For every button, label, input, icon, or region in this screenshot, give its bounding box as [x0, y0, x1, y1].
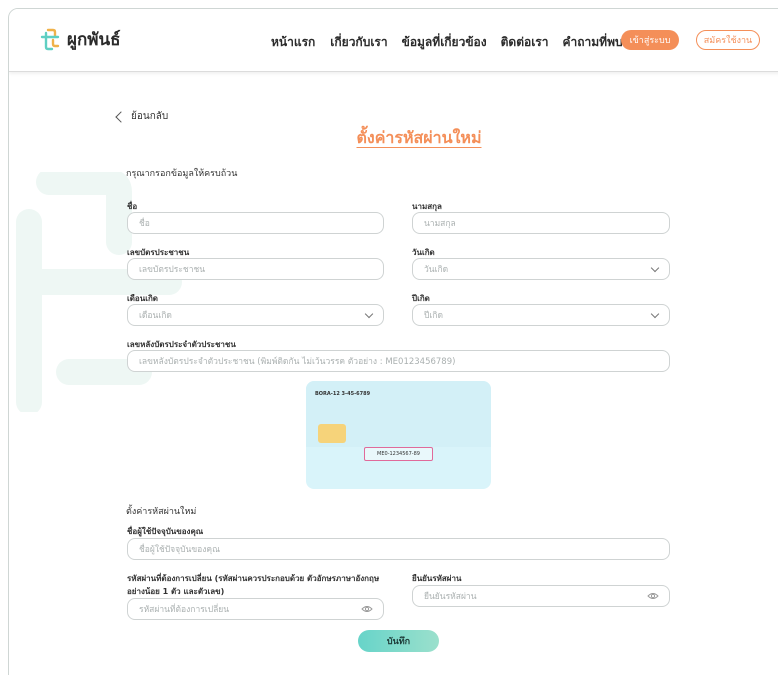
username-placeholder: ชื่อผู้ใช้ปัจจุบันของคุณ: [139, 545, 220, 555]
id-card-laser-code: ME0-1234567-89: [364, 447, 433, 461]
last-name-placeholder: นามสกุล: [424, 219, 456, 229]
eye-icon[interactable]: [361, 604, 373, 614]
new-password-label-line2: อย่างน้อย 1 ตัว และตัวเลข): [127, 587, 225, 596]
chevron-left-icon: [115, 111, 127, 123]
section-note: กรุณากรอกข้อมูลให้ครบถ้วน: [126, 169, 238, 179]
confirm-password-placeholder: ยืนยันรหัสผ่าน: [424, 592, 477, 602]
confirm-password-label: ยืนยันรหัสผ่าน: [412, 574, 462, 583]
birth-day-placeholder: วันเกิด: [424, 265, 449, 275]
laser-code-placeholder: เลขหลังบัตรประจำตัวประชาชน (พิมพ์ติดกัน …: [139, 357, 456, 367]
id-card-chip: [318, 424, 346, 443]
login-button[interactable]: เข้าสู่ระบบ: [621, 30, 679, 50]
id-card-illustration: BORA-12 3-45-6789 ME0-1234567-89: [306, 381, 491, 489]
id-number-input[interactable]: เลขบัตรประชาชน: [127, 258, 384, 280]
reset-section-title: ตั้งค่ารหัสผ่านใหม่: [126, 507, 197, 517]
chevron-down-icon: [650, 309, 660, 319]
new-password-label: รหัสผ่านที่ต้องการเปลี่ยน (รหัสผ่านควรปร…: [127, 574, 380, 583]
register-button[interactable]: สมัครใช้งาน: [696, 30, 760, 50]
logo[interactable]: ผูกพันธ์: [39, 26, 120, 53]
birth-day-select[interactable]: วันเกิด: [412, 258, 670, 280]
nav-related-info[interactable]: ข้อมูลที่เกี่ยวข้อง: [402, 33, 487, 52]
chevron-down-icon: [364, 309, 374, 319]
page-frame: ผูกพันธ์ หน้าแรก เกี่ยวกับเรา ข้อมูลที่เ…: [8, 8, 778, 675]
laser-code-input[interactable]: เลขหลังบัตรประจำตัวประชาชน (พิมพ์ติดกัน …: [127, 350, 670, 372]
save-button[interactable]: บันทึก: [358, 630, 439, 652]
first-name-placeholder: ชื่อ: [139, 219, 150, 229]
back-link[interactable]: ย้อนกลับ: [115, 109, 169, 124]
username-label: ชื่อผู้ใช้ปัจจุบันของคุณ: [127, 527, 204, 536]
birth-month-select[interactable]: เดือนเกิด: [127, 304, 384, 326]
first-name-input[interactable]: ชื่อ: [127, 212, 384, 234]
username-input[interactable]: ชื่อผู้ใช้ปัจจุบันของคุณ: [127, 538, 670, 560]
back-label: ย้อนกลับ: [131, 111, 169, 122]
nav-about[interactable]: เกี่ยวกับเรา: [330, 33, 387, 52]
background-cross-decoration: [16, 172, 182, 412]
birth-month-placeholder: เดือนเกิด: [139, 311, 172, 321]
nav-contact[interactable]: ติดต่อเรา: [501, 33, 549, 52]
birth-year-placeholder: ปีเกิด: [424, 311, 443, 321]
new-password-input[interactable]: รหัสผ่านที่ต้องการเปลี่ยน: [127, 598, 384, 620]
birth-year-select[interactable]: ปีเกิด: [412, 304, 670, 326]
nav-home[interactable]: หน้าแรก: [271, 33, 315, 52]
page-title: ตั้งค่ารหัสผ่านใหม่: [356, 128, 482, 147]
chevron-down-icon: [650, 263, 660, 273]
logo-icon: [40, 28, 60, 50]
eye-icon[interactable]: [647, 591, 659, 601]
last-name-input[interactable]: นามสกุล: [412, 212, 670, 234]
main-nav: หน้าแรก เกี่ยวกับเรา ข้อมูลที่เกี่ยวข้อง…: [271, 33, 658, 52]
brand-name: ผูกพันธ์: [67, 30, 121, 50]
id-card-number: BORA-12 3-45-6789: [315, 391, 371, 397]
confirm-password-input[interactable]: ยืนยันรหัสผ่าน: [412, 585, 670, 607]
id-number-placeholder: เลขบัตรประชาชน: [139, 265, 206, 275]
new-password-placeholder: รหัสผ่านที่ต้องการเปลี่ยน: [139, 605, 230, 615]
header: ผูกพันธ์ หน้าแรก เกี่ยวกับเรา ข้อมูลที่เ…: [9, 9, 778, 72]
